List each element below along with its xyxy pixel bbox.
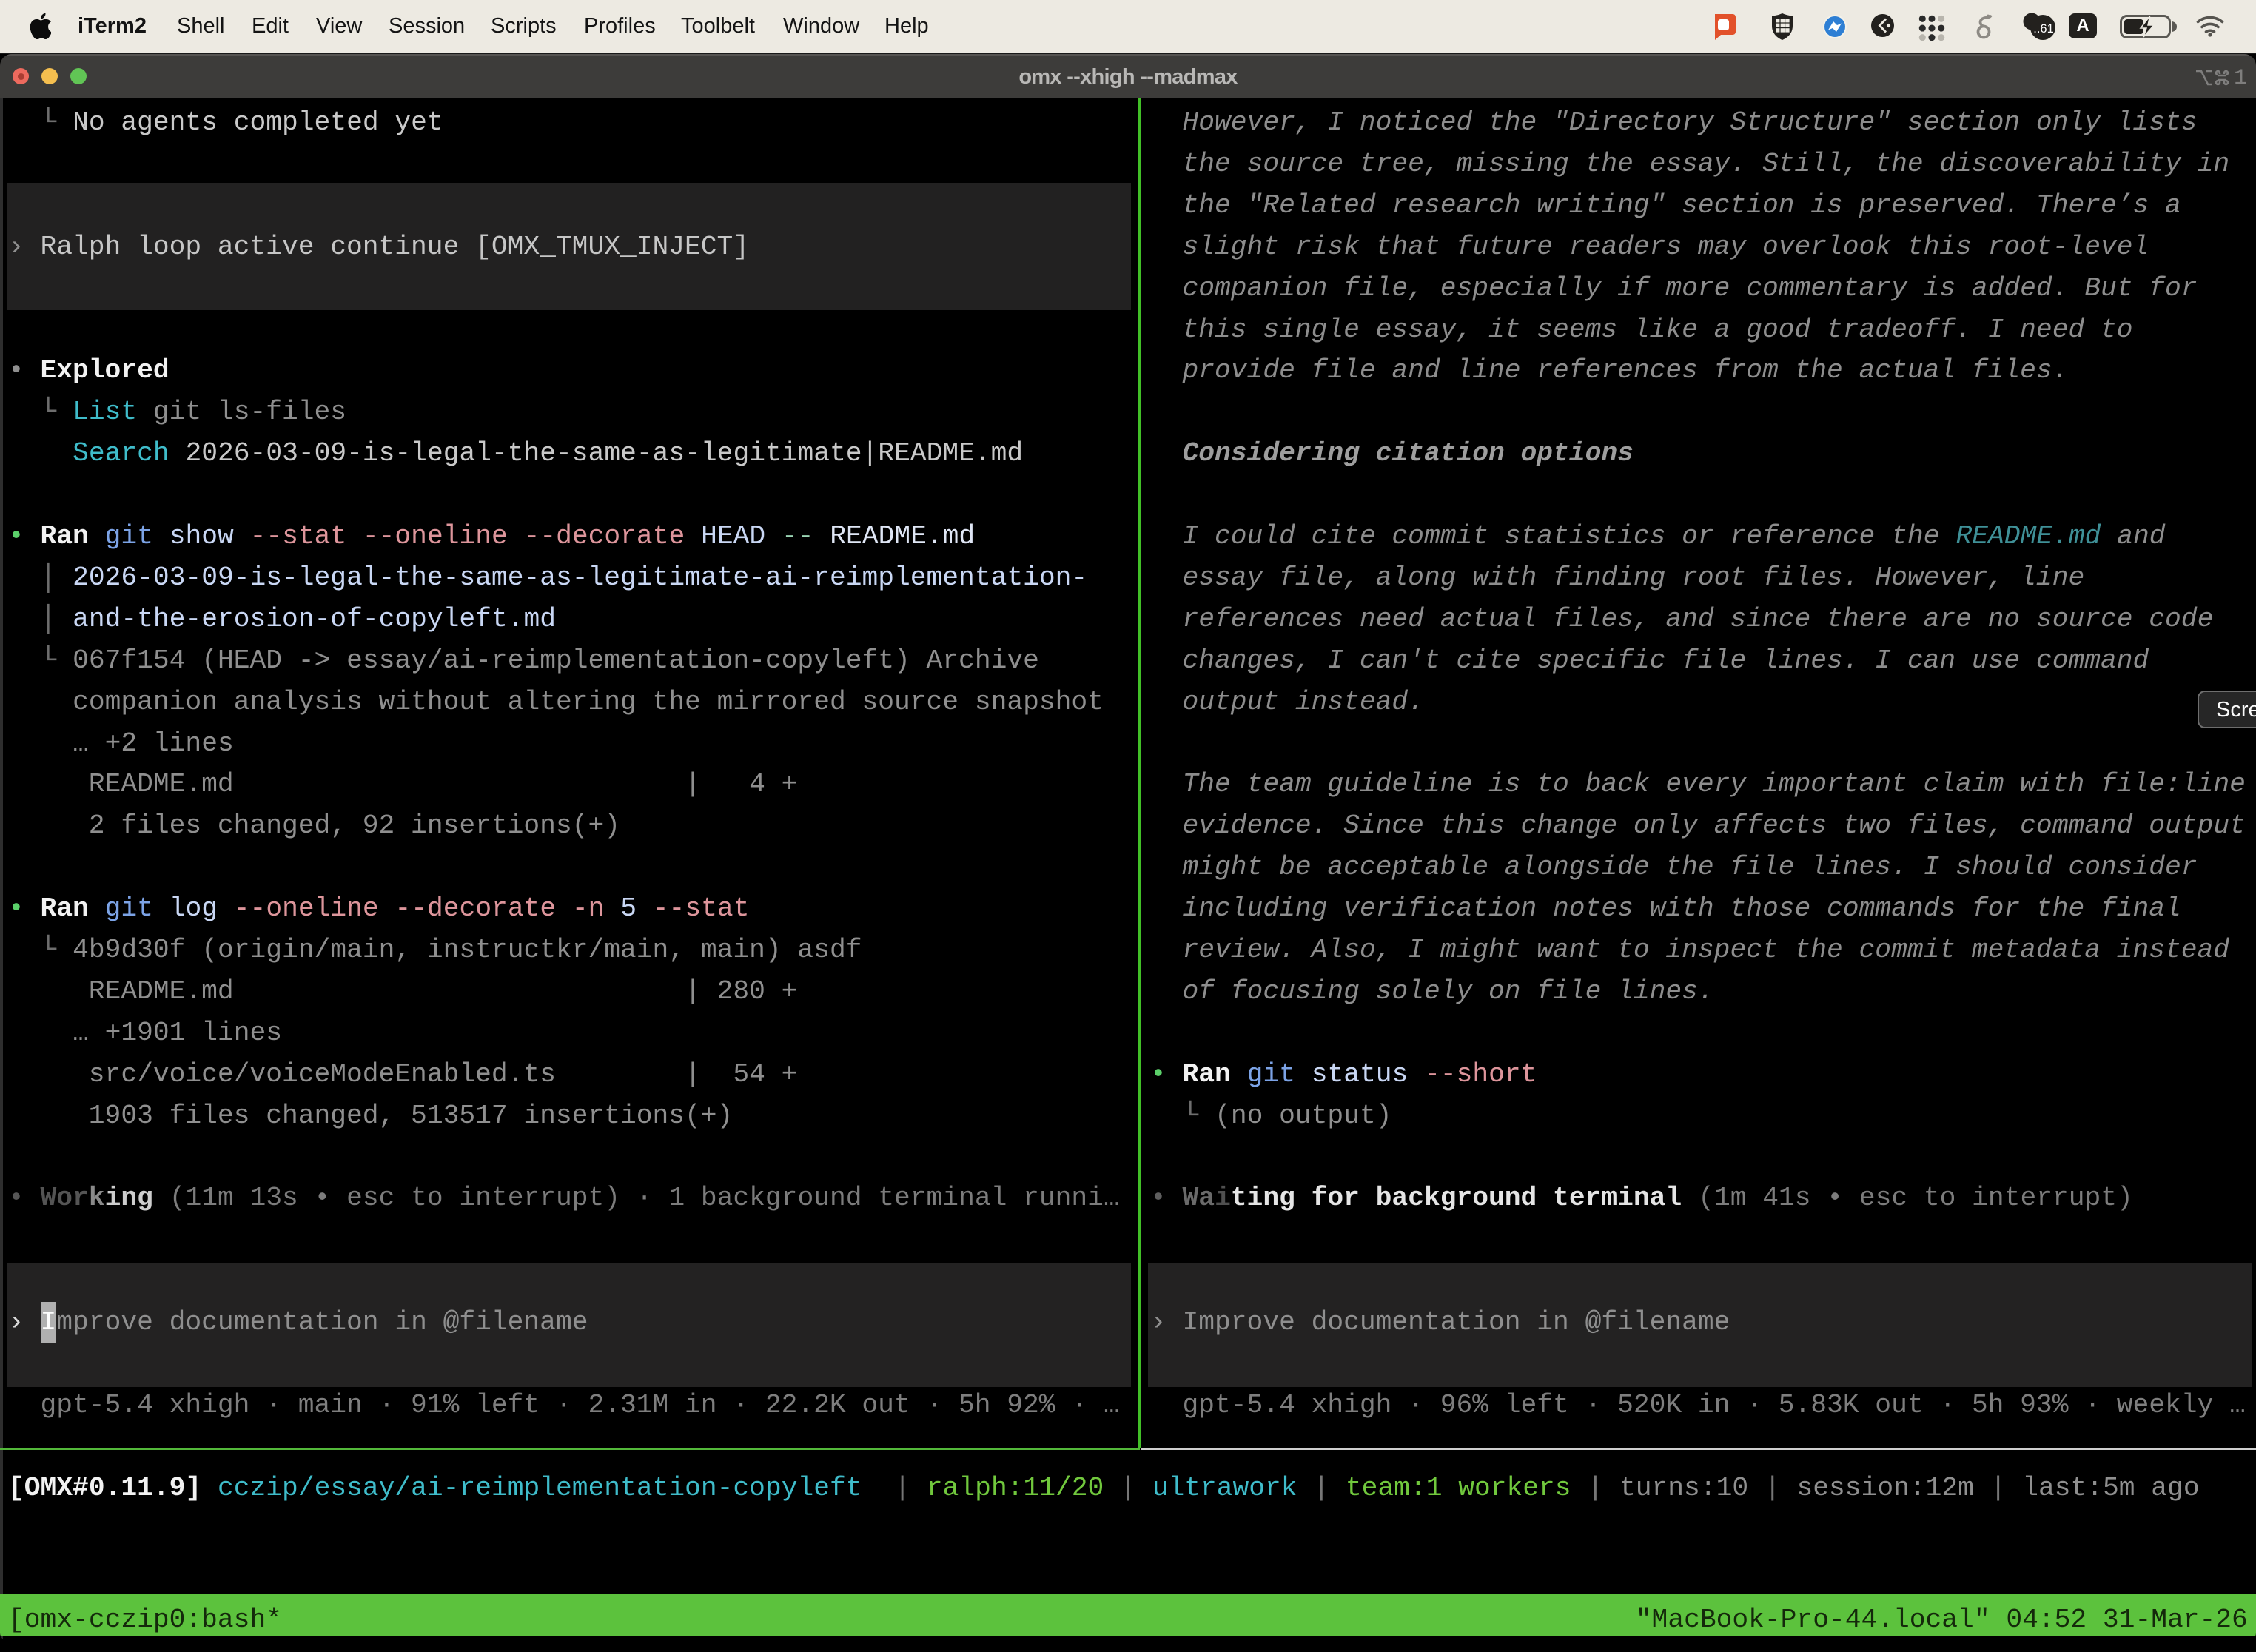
svg-text:..61: ..61 bbox=[2033, 22, 2054, 36]
